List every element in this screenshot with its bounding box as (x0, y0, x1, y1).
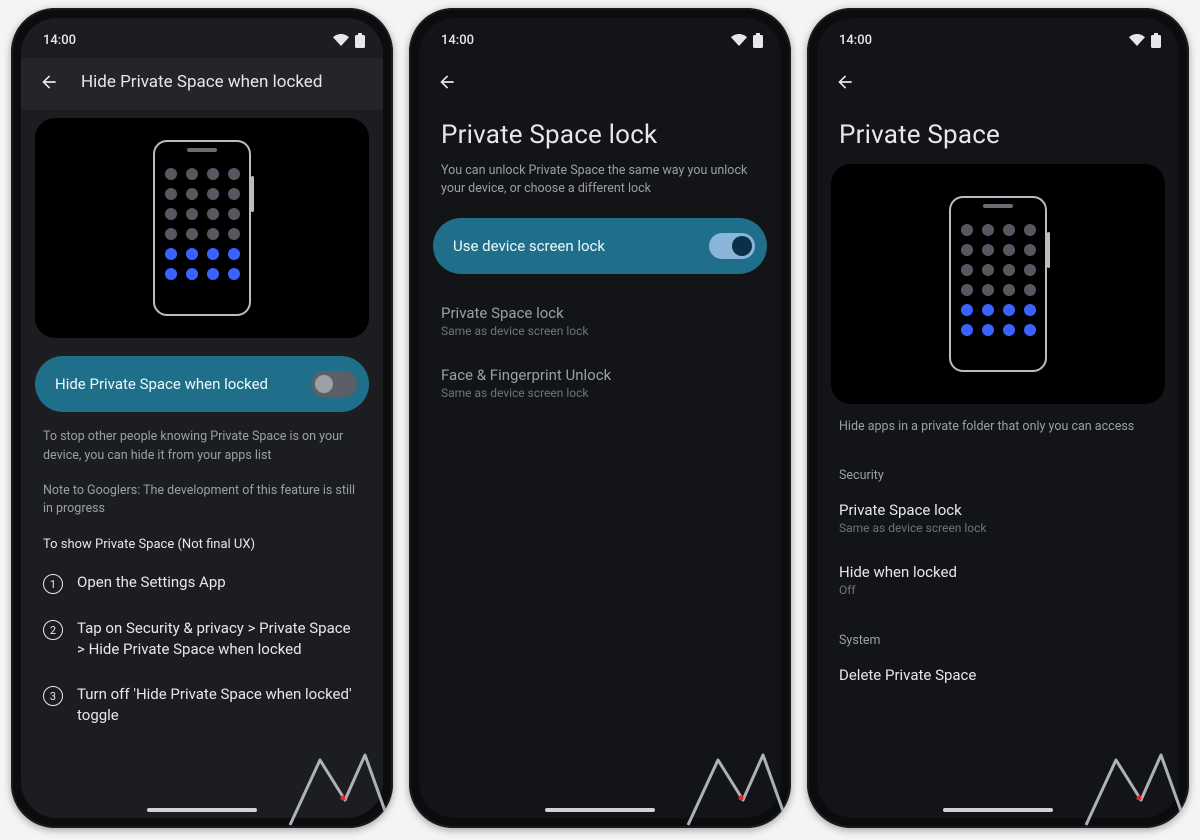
clock: 14:00 (43, 33, 76, 48)
battery-icon (1151, 33, 1161, 48)
setting-private-space-lock[interactable]: Private Space lock Same as device screen… (419, 290, 781, 352)
setting-private-space-lock[interactable]: Private Space lock Same as device screen… (817, 487, 1179, 549)
arrow-left-icon (835, 72, 855, 92)
app-bar (817, 58, 1179, 110)
step-text: Open the Settings App (77, 572, 226, 593)
watermark-icon (683, 740, 791, 828)
page-title: Private Space (817, 110, 1179, 156)
toggle-switch[interactable] (709, 233, 755, 259)
phone-private-space-main: 14:00 Private Space (807, 8, 1189, 828)
step-number-1-icon: 1 (43, 574, 63, 594)
clock: 14:00 (441, 33, 474, 48)
page-subtitle: Hide apps in a private folder that only … (817, 404, 1179, 446)
setting-title: Private Space lock (839, 501, 1157, 519)
section-system: System (817, 611, 1179, 652)
screen: 14:00 Private Space (817, 18, 1179, 818)
screenshot-triptych: 14:00 Hide Private Space when locked (0, 0, 1200, 840)
back-button[interactable] (831, 68, 859, 96)
setting-subtitle: Same as device screen lock (839, 521, 1157, 535)
gesture-bar[interactable] (943, 808, 1053, 812)
setting-delete-private-space[interactable]: Delete Private Space (817, 652, 1179, 698)
step-text: Turn off 'Hide Private Space when locked… (77, 684, 361, 726)
phone-hide-when-locked: 14:00 Hide Private Space when locked (11, 8, 393, 828)
toggle-label: Hide Private Space when locked (55, 375, 268, 393)
status-bar: 14:00 (21, 18, 383, 58)
step-text: Tap on Security & privacy > Private Spac… (77, 618, 361, 660)
watermark-icon (285, 740, 393, 828)
clock: 14:00 (839, 33, 872, 48)
gesture-bar[interactable] (147, 808, 257, 812)
setting-subtitle: Same as device screen lock (441, 324, 759, 338)
battery-icon (753, 33, 763, 48)
appbar-title: Hide Private Space when locked (81, 72, 322, 92)
setting-subtitle: Same as device screen lock (441, 386, 759, 400)
phone-private-space-lock: 14:00 Private Space lock You can unlock … (409, 8, 791, 828)
app-bar: Hide Private Space when locked (21, 58, 383, 110)
step-3: 3 Turn off 'Hide Private Space when lock… (21, 670, 383, 736)
status-bar: 14:00 (419, 18, 781, 58)
screen: 14:00 Hide Private Space when locked (21, 18, 383, 818)
step-number-2-icon: 2 (43, 620, 63, 640)
mini-phone-illustration (949, 196, 1047, 372)
illustration-card (831, 164, 1165, 404)
step-1: 1 Open the Settings App (21, 558, 383, 604)
setting-hide-when-locked[interactable]: Hide when locked Off (817, 549, 1179, 611)
back-button[interactable] (35, 68, 63, 96)
battery-icon (355, 33, 365, 48)
status-icons (731, 33, 763, 48)
setting-title: Delete Private Space (839, 666, 1157, 684)
wifi-icon (333, 34, 349, 46)
setting-title: Face & Fingerprint Unlock (441, 366, 759, 384)
setting-face-fingerprint[interactable]: Face & Fingerprint Unlock Same as device… (419, 352, 781, 414)
setting-title: Hide when locked (839, 563, 1157, 581)
description-1: To stop other people knowing Private Spa… (21, 412, 383, 466)
toggle-label: Use device screen lock (453, 237, 605, 255)
toggle-switch[interactable] (311, 371, 357, 397)
section-security: Security (817, 446, 1179, 487)
setting-title: Private Space lock (441, 304, 759, 322)
description-2: Note to Googlers: The development of thi… (21, 466, 383, 520)
illustration-card (35, 118, 369, 338)
wifi-icon (731, 34, 747, 46)
arrow-left-icon (39, 72, 59, 92)
wifi-icon (1129, 34, 1145, 46)
page-subtitle: You can unlock Private Space the same wa… (419, 156, 781, 208)
hide-when-locked-toggle-row[interactable]: Hide Private Space when locked (35, 356, 369, 412)
status-icons (333, 33, 365, 48)
page-title: Private Space lock (419, 110, 781, 156)
setting-subtitle: Off (839, 583, 1157, 597)
step-number-3-icon: 3 (43, 686, 63, 706)
step-2: 2 Tap on Security & privacy > Private Sp… (21, 604, 383, 670)
screen: 14:00 Private Space lock You can unlock … (419, 18, 781, 818)
use-device-lock-toggle-row[interactable]: Use device screen lock (433, 218, 767, 274)
status-bar: 14:00 (817, 18, 1179, 58)
gesture-bar[interactable] (545, 808, 655, 812)
watermark-icon (1081, 740, 1189, 828)
app-bar (419, 58, 781, 110)
status-icons (1129, 33, 1161, 48)
back-button[interactable] (433, 68, 461, 96)
arrow-left-icon (437, 72, 457, 92)
mini-phone-illustration (153, 140, 251, 316)
steps-heading: To show Private Space (Not final UX) (21, 519, 383, 558)
